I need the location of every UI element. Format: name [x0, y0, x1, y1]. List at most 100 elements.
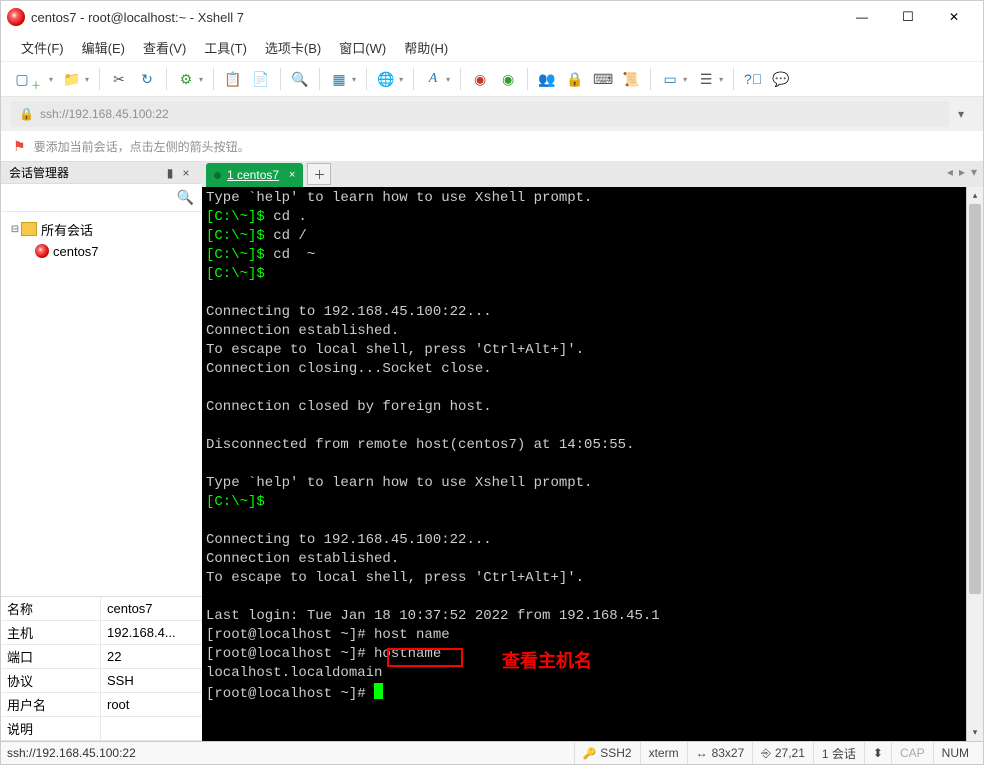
tree-session-centos7[interactable]: centos7 — [5, 240, 198, 262]
menu-window[interactable]: 窗口(W) — [331, 34, 394, 61]
menu-file[interactable]: 文件(F) — [13, 34, 72, 61]
prop-proto-key: 协议 — [1, 669, 101, 693]
prop-proto-val: SSH — [101, 669, 202, 693]
key-icon: 🔑 — [583, 747, 597, 760]
list-button[interactable]: ☰ — [695, 68, 717, 90]
flag-icon: ⚑ — [13, 138, 26, 155]
status-sessions: 1 会话 — [813, 742, 864, 764]
tree-search[interactable]: 🔍 — [1, 184, 202, 212]
font-button[interactable]: A — [422, 68, 444, 90]
folder-icon — [21, 222, 37, 236]
scroll-track[interactable] — [967, 204, 983, 724]
users-button[interactable]: 👥 — [536, 68, 558, 90]
chevron-down-icon[interactable]: ▾ — [683, 75, 687, 84]
status-num: NUM — [933, 742, 977, 764]
chevron-down-icon[interactable]: ▾ — [199, 75, 203, 84]
scroll-thumb[interactable] — [969, 204, 981, 594]
pin-button[interactable]: ▮ — [162, 166, 178, 180]
panel-close-button[interactable]: × — [178, 166, 194, 180]
lock-button[interactable]: 🔒 — [564, 68, 586, 90]
new-session-plus-icon: ＋ — [25, 73, 47, 95]
chevron-down-icon[interactable]: ▾ — [446, 75, 450, 84]
copy-button[interactable]: 📋 — [222, 68, 244, 90]
menu-view[interactable]: 查看(V) — [135, 34, 194, 61]
separator — [319, 68, 320, 90]
chevron-down-icon[interactable]: ▾ — [719, 75, 723, 84]
separator — [280, 68, 281, 90]
address-input[interactable]: 🔒 ssh://192.168.45.100:22 — [11, 101, 949, 127]
hint-bar: ⚑ 要添加当前会话，点击左侧的箭头按钮。 — [1, 131, 983, 161]
menu-help[interactable]: 帮助(H) — [396, 34, 456, 61]
minimize-button[interactable] — [839, 2, 885, 32]
keyboard-button[interactable]: ⌨ — [592, 68, 614, 90]
separator — [366, 68, 367, 90]
status-cap: CAP — [891, 742, 933, 764]
search-icon: 🔍 — [177, 189, 194, 206]
reconnect-button[interactable]: ↻ — [136, 68, 158, 90]
session-icon — [35, 244, 49, 258]
tab-close-button[interactable]: × — [289, 169, 295, 181]
prop-desc-key: 说明 — [1, 717, 101, 741]
session-tree: ⊟ 所有会话 centos7 — [1, 212, 202, 596]
prop-name-val: centos7 — [101, 597, 202, 621]
chevron-down-icon[interactable]: ▾ — [352, 75, 356, 84]
app-icon — [7, 8, 25, 26]
prop-port-val: 22 — [101, 645, 202, 669]
paste-button[interactable]: 📄 — [250, 68, 272, 90]
xftp-button[interactable]: ◉ — [497, 68, 519, 90]
terminal-wrap: Type `help' to learn how to use Xshell p… — [202, 187, 983, 741]
tab-bar: 1 centos7 × ＋ ◂ ▸ ▾ — [202, 161, 983, 187]
lock-icon: 🔒 — [19, 107, 34, 121]
menu-edit[interactable]: 编辑(E) — [74, 34, 133, 61]
collapse-icon[interactable]: ⊟ — [9, 224, 21, 235]
pos-icon: ⎆ — [761, 746, 771, 761]
tab-centos7[interactable]: 1 centos7 × — [206, 163, 303, 187]
session-label: centos7 — [53, 244, 99, 259]
status-cursor-pos: ⎆27,21 — [752, 742, 813, 764]
disconnect-button[interactable]: ✂ — [108, 68, 130, 90]
scroll-down-button[interactable]: ▾ — [967, 724, 983, 741]
address-bar: 🔒 ssh://192.168.45.100:22 ▾ — [1, 97, 983, 131]
status-updown: ⬍ — [864, 742, 891, 764]
panel-title: 会话管理器 — [9, 164, 69, 181]
menu-tabs[interactable]: 选项卡(B) — [257, 34, 329, 61]
help-button[interactable]: ?⃝ — [742, 68, 764, 90]
tab-nav: ◂ ▸ ▾ — [947, 165, 977, 179]
open-folder-button[interactable]: 📁 — [61, 68, 83, 90]
address-dropdown[interactable]: ▾ — [949, 107, 973, 121]
tree-root[interactable]: ⊟ 所有会话 — [5, 218, 198, 240]
new-tab-button[interactable]: ＋ — [307, 163, 331, 185]
chevron-down-icon[interactable]: ▾ — [399, 75, 403, 84]
menu-tools[interactable]: 工具(T) — [196, 34, 255, 61]
scrollbar[interactable]: ▴ ▾ — [966, 187, 983, 741]
tab-status-icon — [214, 172, 221, 179]
size-icon: ↔ — [696, 746, 708, 760]
prop-desc-val — [101, 717, 202, 741]
globe-button[interactable]: 🌐 — [375, 68, 397, 90]
properties-button[interactable]: ⚙ — [175, 68, 197, 90]
maximize-button[interactable] — [885, 2, 931, 32]
tab-label: 1 centos7 — [227, 168, 279, 182]
status-size: ↔83x27 — [687, 742, 753, 764]
chat-button[interactable]: 💬 — [770, 68, 792, 90]
grid-button[interactable]: ▦ — [328, 68, 350, 90]
tab-next-button[interactable]: ▸ — [959, 165, 965, 179]
toolbar: ▢ ＋ ▾ 📁 ▾ ✂ ↻ ⚙ ▾ 📋 📄 🔍 ▦ ▾ 🌐 ▾ A ▾ ◉ ◉ … — [1, 61, 983, 97]
find-button[interactable]: 🔍 — [289, 68, 311, 90]
window-button[interactable]: ▭ — [659, 68, 681, 90]
script-button[interactable]: 📜 — [620, 68, 642, 90]
chevron-down-icon[interactable]: ▾ — [49, 75, 53, 84]
xshell-button[interactable]: ◉ — [469, 68, 491, 90]
close-button[interactable] — [931, 2, 977, 32]
tab-menu-button[interactable]: ▾ — [971, 165, 977, 179]
window-title: centos7 - root@localhost:~ - Xshell 7 — [31, 10, 839, 25]
scroll-up-button[interactable]: ▴ — [967, 187, 983, 204]
status-bar: ssh://192.168.45.100:22 🔑SSH2 xterm ↔83x… — [1, 741, 983, 764]
separator — [99, 68, 100, 90]
separator — [527, 68, 528, 90]
annotation-text: 查看主机名 — [502, 647, 592, 673]
separator — [413, 68, 414, 90]
tab-prev-button[interactable]: ◂ — [947, 165, 953, 179]
chevron-down-icon[interactable]: ▾ — [85, 75, 89, 84]
main-area: 会话管理器 ▮ × 🔍 ⊟ 所有会话 centos7 名称centos7 主机1… — [1, 161, 983, 741]
